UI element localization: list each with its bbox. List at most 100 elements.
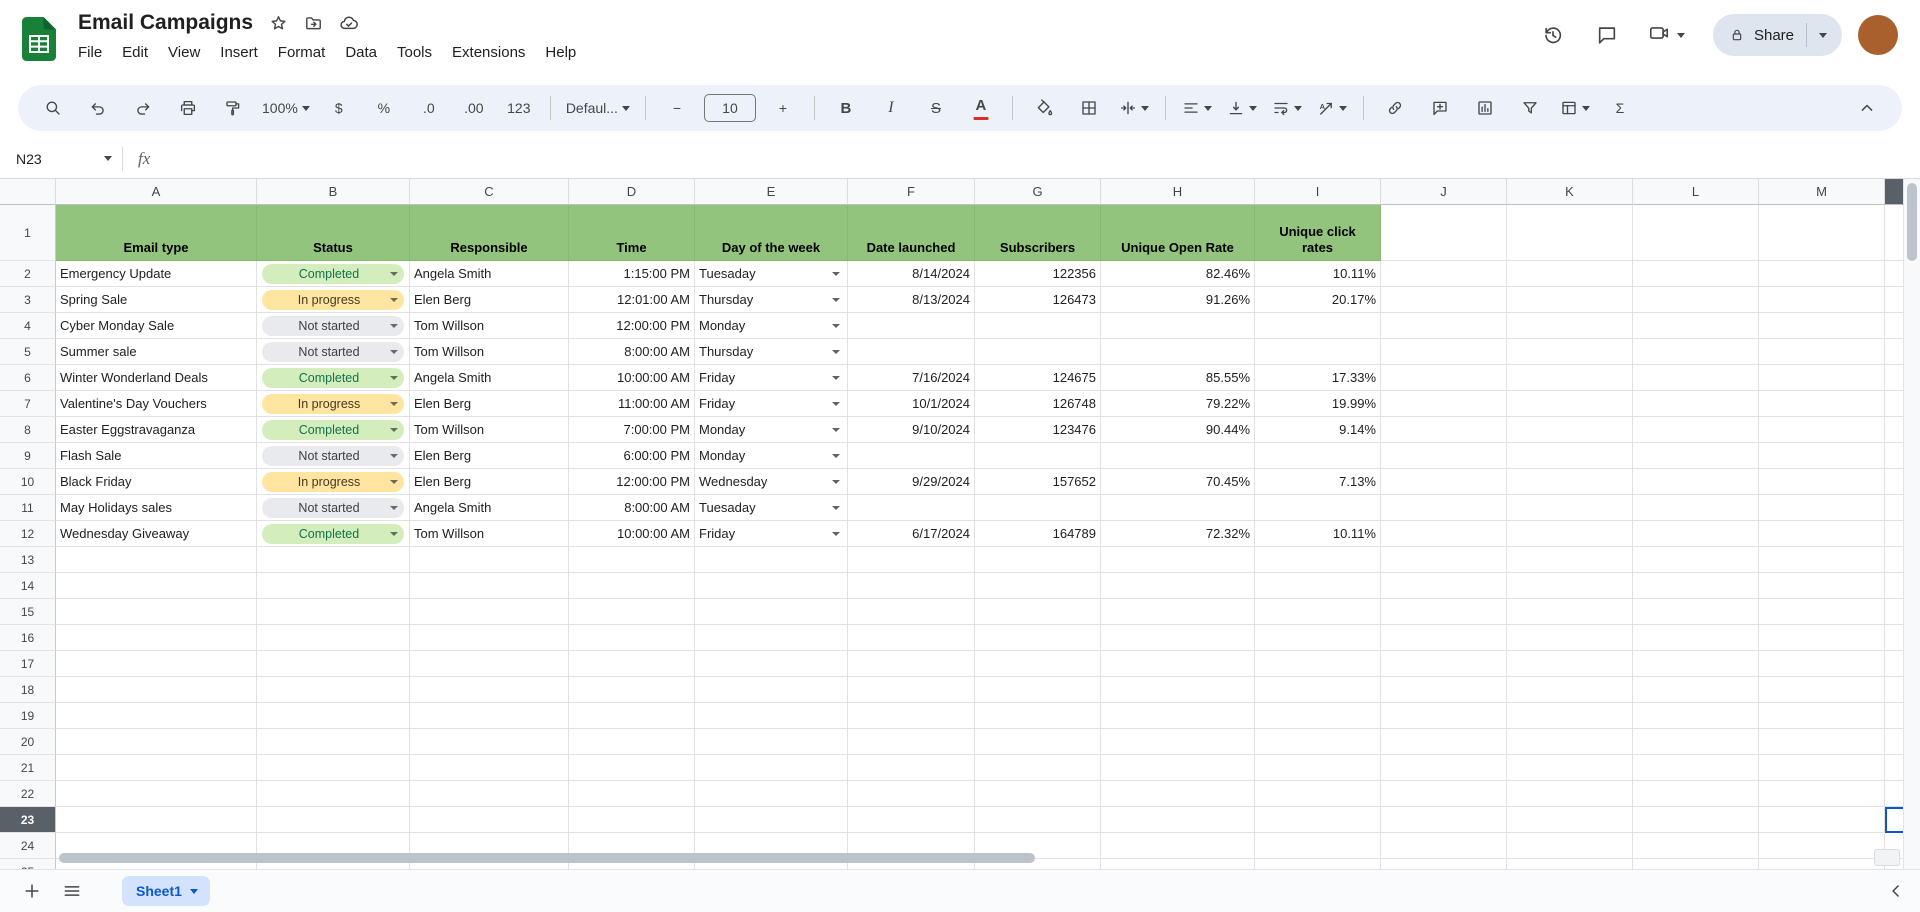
cell-A8[interactable]: Easter Eggstravaganza <box>56 417 257 443</box>
cell-H17[interactable] <box>1101 651 1255 677</box>
cell-L20[interactable] <box>1633 729 1759 755</box>
cell-I20[interactable] <box>1255 729 1381 755</box>
cell-M15[interactable] <box>1759 599 1885 625</box>
avatar[interactable] <box>1858 15 1898 55</box>
cell-E12[interactable]: Friday <box>695 521 848 547</box>
cell-C17[interactable] <box>410 651 569 677</box>
borders-button[interactable] <box>1068 91 1110 125</box>
cell-I16[interactable] <box>1255 625 1381 651</box>
cell-D20[interactable] <box>569 729 695 755</box>
cell-J6[interactable] <box>1381 365 1507 391</box>
row-header-8[interactable]: 8 <box>0 417 56 443</box>
cell-H13[interactable] <box>1101 547 1255 573</box>
cell-K11[interactable] <box>1507 495 1633 521</box>
cell-F21[interactable] <box>848 755 975 781</box>
cell-K1[interactable] <box>1507 205 1633 261</box>
cell-I6[interactable]: 17.33% <box>1255 365 1381 391</box>
cell-F14[interactable] <box>848 573 975 599</box>
cell-M13[interactable] <box>1759 547 1885 573</box>
row-header-1[interactable]: 1 <box>0 205 56 261</box>
format-as-currency-button[interactable]: $ <box>318 91 360 125</box>
cell-I11[interactable] <box>1255 495 1381 521</box>
cell-G9[interactable] <box>975 443 1101 469</box>
text-wrapping-button[interactable] <box>1266 91 1308 125</box>
menu-extensions[interactable]: Extensions <box>442 40 535 65</box>
cell-B5[interactable]: Not started <box>257 339 410 365</box>
vertical-scrollbar[interactable] <box>1903 179 1920 869</box>
share-dropdown-icon[interactable] <box>1819 32 1827 38</box>
increase-decimal-places-button[interactable]: .00 <box>453 91 495 125</box>
cell-E16[interactable] <box>695 625 848 651</box>
menu-format[interactable]: Format <box>268 40 336 65</box>
row-header-4[interactable]: 4 <box>0 313 56 339</box>
cell-C11[interactable]: Angela Smith <box>410 495 569 521</box>
cell-H16[interactable] <box>1101 625 1255 651</box>
format-as-percent-button[interactable]: % <box>363 91 405 125</box>
column-header-N[interactable] <box>1885 179 1903 205</box>
sheets-logo[interactable] <box>22 17 56 61</box>
cell-B23[interactable] <box>257 807 410 833</box>
cell-N7[interactable] <box>1885 391 1903 417</box>
cell-B15[interactable] <box>257 599 410 625</box>
cell-L21[interactable] <box>1633 755 1759 781</box>
cell-F11[interactable] <box>848 495 975 521</box>
cell-E11[interactable]: Tuesaday <box>695 495 848 521</box>
cell-H5[interactable] <box>1101 339 1255 365</box>
row-header-11[interactable]: 11 <box>0 495 56 521</box>
cell-C15[interactable] <box>410 599 569 625</box>
cell-I12[interactable]: 10.11% <box>1255 521 1381 547</box>
cell-N5[interactable] <box>1885 339 1903 365</box>
cell-C13[interactable] <box>410 547 569 573</box>
cell-N2[interactable] <box>1885 261 1903 287</box>
row-header-23[interactable]: 23 <box>0 807 56 833</box>
cell-C2[interactable]: Angela Smith <box>410 261 569 287</box>
cell-E7[interactable]: Friday <box>695 391 848 417</box>
create-filter-button[interactable] <box>1509 91 1551 125</box>
cell-D9[interactable]: 6:00:00 PM <box>569 443 695 469</box>
cell-L19[interactable] <box>1633 703 1759 729</box>
status-chip[interactable]: Completed <box>262 367 404 388</box>
cell-G7[interactable]: 126748 <box>975 391 1101 417</box>
cell-H15[interactable] <box>1101 599 1255 625</box>
cell-J2[interactable] <box>1381 261 1507 287</box>
cell-G21[interactable] <box>975 755 1101 781</box>
cell-K20[interactable] <box>1507 729 1633 755</box>
column-header-I[interactable]: I <box>1255 179 1381 205</box>
cell-L1[interactable] <box>1633 205 1759 261</box>
cell-I7[interactable]: 19.99% <box>1255 391 1381 417</box>
decrease-decimal-places-button[interactable]: .0 <box>408 91 450 125</box>
cell-D6[interactable]: 10:00:00 AM <box>569 365 695 391</box>
row-header-25[interactable]: 25 <box>0 859 56 869</box>
cell-M14[interactable] <box>1759 573 1885 599</box>
cell-A3[interactable]: Spring Sale <box>56 287 257 313</box>
cell-H11[interactable] <box>1101 495 1255 521</box>
selected-cell-N23[interactable] <box>1885 807 1903 833</box>
cell-N10[interactable] <box>1885 469 1903 495</box>
cell-N17[interactable] <box>1885 651 1903 677</box>
formula-input[interactable] <box>166 139 1920 178</box>
cell-N3[interactable] <box>1885 287 1903 313</box>
cell-B11[interactable]: Not started <box>257 495 410 521</box>
cell-K9[interactable] <box>1507 443 1633 469</box>
cell-I19[interactable] <box>1255 703 1381 729</box>
cell-L12[interactable] <box>1633 521 1759 547</box>
cell-M10[interactable] <box>1759 469 1885 495</box>
cell-B20[interactable] <box>257 729 410 755</box>
cell-F2[interactable]: 8/14/2024 <box>848 261 975 287</box>
cell-M12[interactable] <box>1759 521 1885 547</box>
cell-I1[interactable]: Unique click rates <box>1255 205 1381 261</box>
cell-B3[interactable]: In progress <box>257 287 410 313</box>
cell-I13[interactable] <box>1255 547 1381 573</box>
cell-J9[interactable] <box>1381 443 1507 469</box>
cell-J10[interactable] <box>1381 469 1507 495</box>
cell-D16[interactable] <box>569 625 695 651</box>
cell-K10[interactable] <box>1507 469 1633 495</box>
cell-N12[interactable] <box>1885 521 1903 547</box>
column-header-L[interactable]: L <box>1633 179 1759 205</box>
cell-C8[interactable]: Tom Willson <box>410 417 569 443</box>
cell-F13[interactable] <box>848 547 975 573</box>
cell-K23[interactable] <box>1507 807 1633 833</box>
cell-D8[interactable]: 7:00:00 PM <box>569 417 695 443</box>
cell-H9[interactable] <box>1101 443 1255 469</box>
cell-B19[interactable] <box>257 703 410 729</box>
